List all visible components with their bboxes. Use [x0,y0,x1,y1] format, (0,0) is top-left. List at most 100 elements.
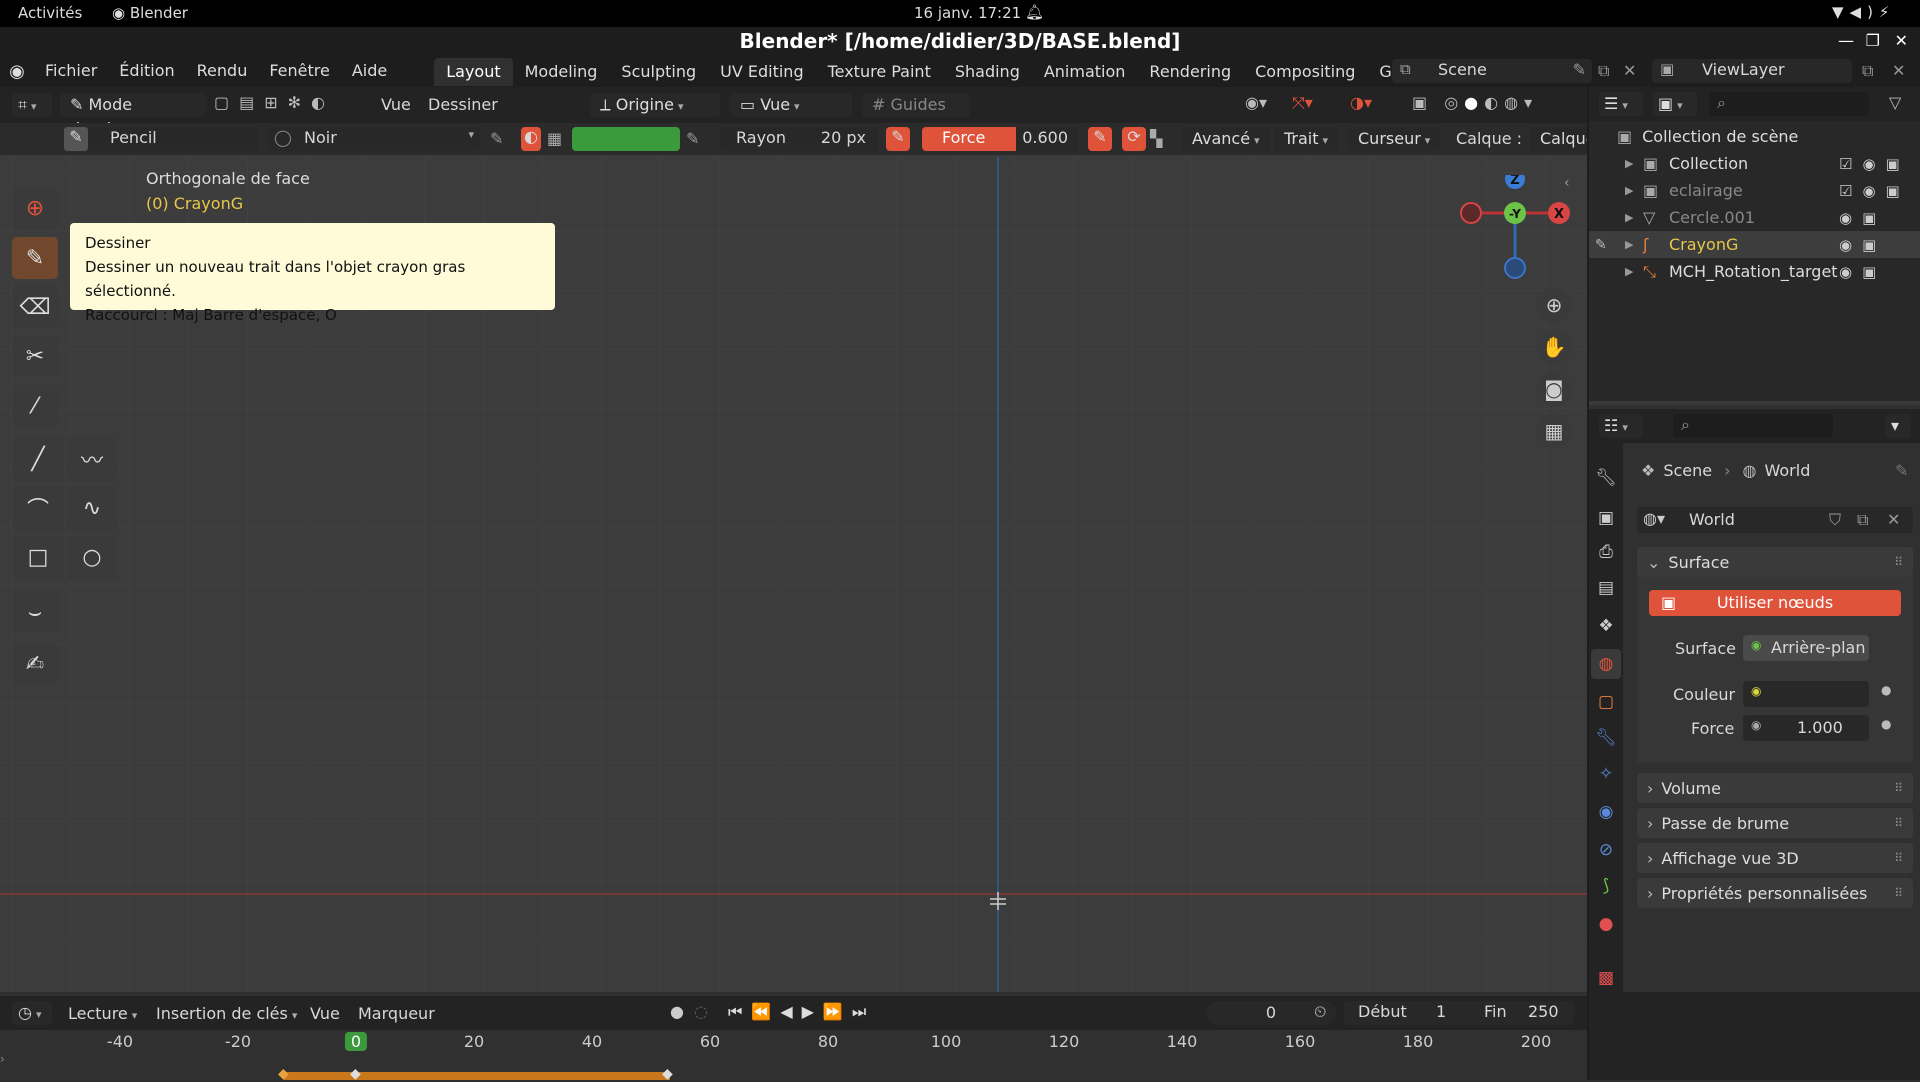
tab-modeling[interactable]: Modeling [513,58,610,86]
expand-arrow-icon[interactable]: ▶ [1625,238,1633,251]
outliner-search[interactable]: ⌕ [1709,92,1869,116]
transport-controls[interactable]: ⏮⏪◀▶⏩⏭ [728,1002,875,1022]
navigation-gizmo[interactable]: Z X -Y [1455,175,1585,295]
keying-menu[interactable]: Insertion de clés ▾ [156,1004,297,1023]
color-swatch[interactable] [572,127,680,151]
world-browse-icon[interactable]: ◍▾ [1643,509,1665,528]
force-field[interactable]: Force 0.600 [922,127,1078,151]
texture-tab-icon[interactable]: ▩ [1591,963,1621,993]
playback-menu[interactable]: Lecture ▾ [68,1004,137,1023]
box-tool[interactable]: □ [12,535,64,580]
cursor-tool[interactable]: ⊕ [12,187,58,229]
tab-texture-paint[interactable]: Texture Paint [816,58,943,86]
object-tab-icon[interactable]: ▢ [1591,687,1621,717]
delete-viewlayer-icon[interactable]: ✕ [1892,61,1905,80]
world-selector[interactable]: ◍▾ World ⛉ ⧉ ✕ [1637,507,1913,533]
properties-options[interactable]: ▾ [1885,414,1911,438]
visibility-toggle-icons[interactable]: ◉▣ [1839,263,1886,281]
drag-handle-icon[interactable]: ⠿ [1894,555,1903,569]
frame-range[interactable]: Début 1 Fin 250 [1344,1001,1574,1025]
select-mode-icons[interactable]: ▢▤⊞✻◐ [214,93,335,112]
view-plane-dropdown[interactable]: ▭ Vue ▾ [730,93,852,117]
sidebar-toggle-icon[interactable]: ‹ [1564,175,1570,191]
outliner-row-mch-rotation-target[interactable]: ▶ ⤡ MCH_Rotation_target ◉▣ [1589,258,1920,285]
menu-dessiner[interactable]: Dessiner [428,95,498,114]
physics-tab-icon[interactable]: ◉ [1591,797,1621,827]
color-swatch[interactable] [1771,684,1863,704]
menu-vue[interactable]: Vue [381,95,411,114]
cursor-dropdown[interactable]: Curseur ▾ [1348,127,1441,151]
material-pin-icon[interactable]: ✎ [490,129,503,148]
drag-handle-icon[interactable]: ⠿ [1894,816,1903,830]
visibility-toggle-icons[interactable]: ☑◉▣ [1839,182,1910,200]
origin-dropdown[interactable]: ⟂ Origine ▾ [590,93,720,117]
material-selector[interactable]: ◯ Noir ▾ [268,127,480,151]
mist-panel-header[interactable]: › Passe de brume ⠿ [1637,808,1913,838]
strength-keyframe-icon[interactable]: ● [1881,717,1891,731]
guides-toggle[interactable]: # Guides [862,93,970,117]
menu-fichier[interactable]: Fichier [34,55,108,87]
circle-tool[interactable]: ○ [66,535,118,580]
tab-compositing[interactable]: Compositing [1243,58,1367,86]
expand-arrow-icon[interactable]: ▶ [1625,211,1633,224]
brush-selector[interactable]: ✎ Pencil [64,127,258,151]
force-pressure-icon[interactable]: ✎ [1088,127,1112,151]
outliner-row-eclairage[interactable]: ▶ ▣ eclairage ☑◉▣ [1589,177,1920,204]
surface-panel-header[interactable]: ⌄ Surface ⠿ [1637,547,1913,577]
grid-view-icon[interactable]: ▦ [1536,413,1572,449]
unlink-world-icon[interactable]: ✕ [1887,510,1900,529]
viewport-3d[interactable]: ⌗▾ ✎ Mode dessin▾ ▢▤⊞✻◐ Vue Dessiner ⟂ O… [0,87,1587,992]
outliner-editor-type[interactable]: ☰ ▾ [1599,92,1643,116]
tool-tab-icon[interactable]: 🔧︎ [1591,463,1621,493]
stabilize-icon[interactable]: ⟳ [1122,127,1146,151]
strength-field[interactable]: ◉ 1.000 [1743,715,1869,741]
timeline-editor-type[interactable]: ◷ ▾ [12,1001,52,1025]
viewlayer-selector[interactable]: ▣ ViewLayer [1652,59,1852,83]
drag-handle-icon[interactable]: ⠿ [1894,781,1903,795]
breadcrumb-pin-icon[interactable]: ✎ [1895,461,1908,480]
world-tab-icon[interactable]: ◍ [1591,649,1621,679]
radius-field[interactable]: Rayon 20 px [720,127,878,151]
playhead-frame[interactable]: 0 [344,1032,368,1051]
visibility-toggle-icons[interactable]: ◉▣ [1839,209,1886,227]
data-tab-icon[interactable]: ⟆ [1591,871,1621,901]
blender-logo-icon[interactable]: ◉ [0,61,34,82]
stopwatch-icon[interactable]: ⏲ [1314,1002,1326,1022]
editor-type-button[interactable]: ⌗ ▾ [12,93,52,117]
volume-panel-header[interactable]: › Volume ⠿ [1637,773,1913,803]
surface-shader-button[interactable]: ◉ Arrière-plan [1743,635,1869,661]
app-menu[interactable]: ◉ Blender [112,4,188,22]
overlay-toggle-icon[interactable]: ◑▾ [1350,93,1372,112]
eyedropper-tool[interactable]: ⁄ [12,385,58,427]
display-mode-button[interactable]: ▣ ▾ [1653,92,1697,116]
radius-pressure-icon[interactable]: ✎ [886,127,910,151]
edit-mode-icon[interactable]: ✎ [1595,237,1607,253]
tab-sculpting[interactable]: Sculpting [609,58,708,86]
new-viewlayer-icon[interactable]: ⧉ [1862,61,1873,81]
auto-key-icon[interactable]: ◌ [694,1002,708,1021]
scene-tab-icon[interactable]: ❖ [1591,611,1621,641]
constraint-tab-icon[interactable]: ⊘ [1591,835,1621,865]
expand-arrow-icon[interactable]: ▶ [1625,184,1633,197]
menu-fenetre[interactable]: Fenêtre [258,55,341,87]
maximize-icon[interactable]: ❐ [1866,27,1880,55]
expand-arrow-icon[interactable]: ▶ [1625,265,1633,278]
tab-layout[interactable]: Layout [434,58,513,86]
filter-icon[interactable]: ▽ [1889,93,1901,112]
advanced-dropdown[interactable]: Avancé ▾ [1182,127,1270,151]
delete-scene-icon[interactable]: ✕ [1623,61,1636,80]
tab-uv-editing[interactable]: UV Editing [708,58,815,86]
outliner-row-collection[interactable]: ▶ ▣ Collection ☑◉▣ [1589,150,1920,177]
annotate-tool[interactable]: ✍ [12,643,58,685]
marker-menu[interactable]: Marqueur [358,1004,435,1023]
visibility-toggle-icons[interactable]: ◉▣ [1839,236,1886,254]
mode-dropdown[interactable]: ✎ Mode dessin▾ [60,93,206,138]
vertex-color-icon[interactable]: ▦ [547,129,562,148]
view-layer-tab-icon[interactable]: ▤ [1591,573,1621,603]
color-field[interactable]: ◉ [1743,681,1869,707]
scene-collection-row[interactable]: ▣ Collection de scène [1617,123,1917,150]
pin-icon[interactable]: ✎ [1573,60,1586,79]
camera-icon[interactable]: ◙ [1536,371,1572,407]
expand-icon[interactable]: › [0,1052,5,1066]
use-nodes-button[interactable]: ▣ Utiliser nœuds [1649,590,1901,616]
